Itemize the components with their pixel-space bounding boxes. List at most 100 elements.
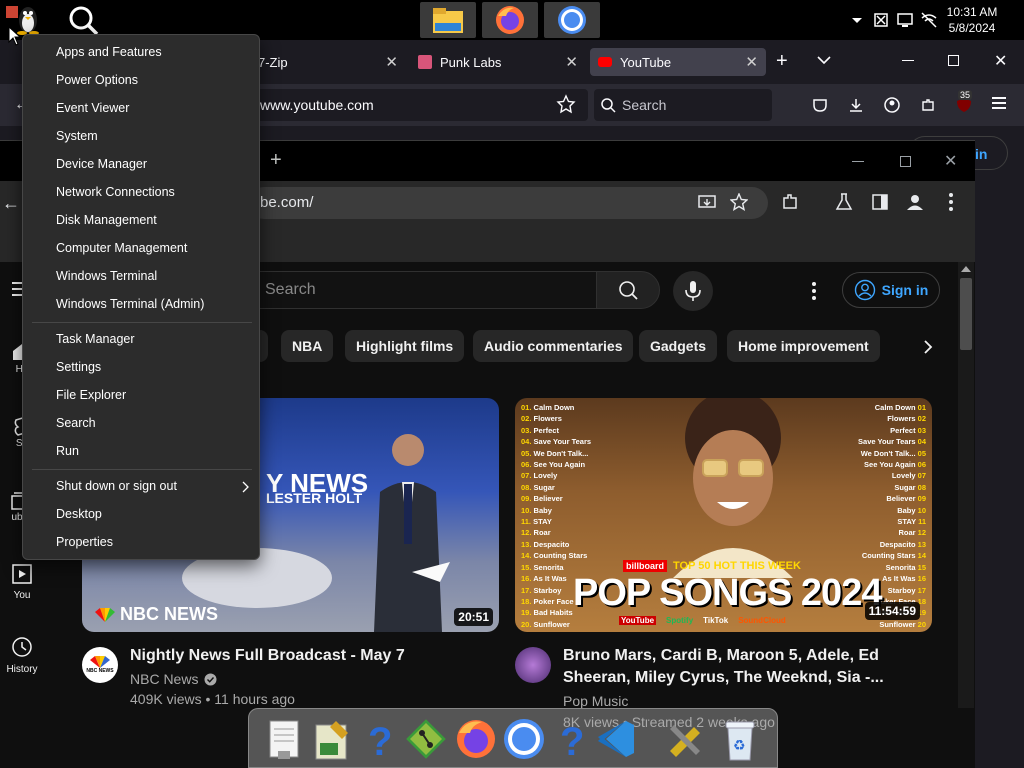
menu-run[interactable]: Run — [56, 437, 79, 465]
track-item: 03. Perfect — [521, 425, 559, 435]
restore-icon[interactable] — [948, 55, 959, 66]
minimize-icon[interactable] — [902, 60, 914, 61]
guide-history[interactable]: History — [0, 636, 44, 675]
menu-computer-management[interactable]: Computer Management — [56, 234, 187, 262]
menu-desktop[interactable]: Desktop — [56, 500, 102, 528]
bookmark-star-icon[interactable] — [556, 94, 576, 114]
chip-home-improvement[interactable]: Home improvement — [727, 330, 880, 362]
chip-nba[interactable]: NBA — [281, 330, 334, 362]
side-panel-icon[interactable] — [871, 193, 889, 211]
track-item: 11. STAY — [521, 517, 552, 527]
extensions-icon[interactable] — [920, 97, 936, 113]
voice-search-button[interactable] — [673, 271, 713, 311]
search-engine-icon — [600, 97, 616, 113]
menu-windows-terminal[interactable]: Windows Terminal — [56, 262, 157, 290]
dock-help-2[interactable]: ? — [549, 715, 595, 763]
chrome-bookmark-star-icon[interactable] — [730, 193, 748, 211]
channel-name[interactable]: NBC News — [130, 669, 217, 689]
scroll-up-icon[interactable] — [961, 266, 971, 272]
chips-next-icon[interactable] — [920, 338, 936, 356]
chrome-minimize-icon[interactable] — [852, 161, 864, 162]
downloads-icon[interactable] — [848, 97, 864, 113]
display-icon[interactable] — [896, 11, 914, 29]
chrome-back-icon[interactable]: ← — [2, 193, 20, 214]
channel-avatar-pop-music[interactable] — [515, 647, 551, 683]
page-scrollbar[interactable] — [958, 262, 974, 708]
video-thumbnail-pop-songs[interactable]: 01. Calm Down 02. Flowers 03. Perfect 04. S… — [515, 398, 932, 632]
chip-highlight-films[interactable]: Highlight films — [345, 330, 465, 362]
chrome-profile-icon[interactable] — [906, 193, 924, 211]
video-title[interactable]: Bruno Mars, Cardi B, Maroon 5, Adele, Ed… — [563, 645, 884, 689]
firefox-search-bar[interactable]: Search — [594, 89, 772, 121]
menu-task-manager[interactable]: Task Manager — [56, 325, 135, 353]
youtube-search-button[interactable] — [596, 271, 660, 309]
menu-apps-and-features[interactable]: Apps and Features — [56, 38, 162, 66]
menu-network-connections[interactable]: Network Connections — [56, 178, 175, 206]
menu-windows-terminal-admin[interactable]: Windows Terminal (Admin) — [56, 290, 204, 318]
taskbar-chrome[interactable] — [544, 2, 600, 38]
close-tab-icon[interactable]: ✕ — [745, 53, 758, 71]
dock-text-editor[interactable] — [261, 715, 307, 763]
dock-recycle-bin[interactable]: ♻ — [717, 715, 763, 763]
dock-git[interactable] — [403, 715, 449, 763]
firefox-url-bar[interactable]: www.youtube.com — [250, 89, 588, 121]
dock-chrome[interactable] — [501, 715, 547, 763]
chrome-extensions-icon[interactable] — [781, 193, 799, 211]
menu-properties[interactable]: Properties — [56, 528, 113, 556]
tray-overflow-icon[interactable] — [848, 11, 866, 29]
dock-notes[interactable] — [309, 715, 355, 763]
menu-file-explorer[interactable]: File Explorer — [56, 381, 126, 409]
menu-system[interactable]: System — [56, 122, 98, 150]
menu-power-options[interactable]: Power Options — [56, 66, 138, 94]
install-app-icon[interactable] — [698, 194, 716, 212]
list-tabs-icon[interactable] — [816, 52, 832, 68]
track-item: Flowers 02 — [887, 414, 926, 424]
channel-avatar-nbc[interactable]: NBC NEWS — [82, 647, 118, 683]
chrome-close-icon[interactable]: ✕ — [944, 151, 957, 171]
chrome-labs-icon[interactable] — [835, 193, 853, 211]
menu-settings[interactable]: Settings — [56, 353, 101, 381]
dock-firefox[interactable] — [453, 715, 499, 763]
platform-spotify: Spotify — [666, 616, 694, 625]
menu-shut-down-or-sign-out[interactable]: Shut down or sign out — [56, 472, 177, 500]
video-title[interactable]: Nightly News Full Broadcast - May 7 — [130, 645, 405, 667]
chip-gadgets[interactable]: Gadgets — [639, 330, 718, 362]
wifi-off-icon[interactable] — [920, 11, 938, 29]
menu-search[interactable]: Search — [56, 409, 96, 437]
pocket-icon[interactable] — [812, 97, 828, 113]
new-tab-icon[interactable]: + — [776, 50, 788, 73]
dock-vscode[interactable] — [593, 715, 639, 763]
menu-icon[interactable] — [992, 97, 1006, 109]
taskbar-file-explorer[interactable] — [420, 2, 476, 38]
track-item: 04. Save Your Tears — [521, 437, 592, 447]
punk-labs-favicon-icon — [418, 55, 432, 69]
guide-you[interactable]: You — [0, 564, 44, 601]
search-icon[interactable] — [66, 4, 100, 36]
settings-kebab-icon[interactable] — [812, 282, 816, 300]
chrome-new-tab-icon[interactable]: + — [270, 149, 282, 172]
dock-help[interactable]: ? — [357, 715, 403, 763]
system-clock[interactable]: 10:31 AM 5/8/2024 — [944, 4, 1000, 36]
close-tab-icon[interactable]: ✕ — [565, 53, 578, 71]
tab-punk-labs[interactable]: Punk Labs ✕ — [410, 48, 586, 76]
network-icon[interactable] — [872, 11, 890, 29]
scrollbar-thumb[interactable] — [960, 278, 972, 350]
account-icon[interactable] — [884, 97, 900, 113]
menu-event-viewer[interactable]: Event Viewer — [56, 94, 129, 122]
track-item: Save Your Tears 04 — [858, 437, 926, 447]
dock-tools[interactable] — [663, 715, 709, 763]
close-window-icon[interactable]: ✕ — [994, 51, 1007, 71]
close-tab-icon[interactable]: ✕ — [385, 53, 398, 71]
tab-youtube[interactable]: YouTube ✕ — [590, 48, 766, 76]
youtube-search-input[interactable]: Search — [250, 271, 596, 309]
menu-device-manager[interactable]: Device Manager — [56, 150, 147, 178]
thumb-anchor-figure — [360, 422, 456, 632]
tab-7zip[interactable]: 7-Zip ✕ — [248, 48, 406, 76]
chrome-omnibox[interactable]: be.com/ — [248, 187, 768, 219]
chip-audio-commentaries[interactable]: Audio commentaries — [473, 330, 634, 362]
taskbar-firefox[interactable] — [482, 2, 538, 38]
sign-in-button[interactable]: Sign in — [842, 272, 940, 308]
chrome-menu-icon[interactable] — [949, 193, 953, 211]
menu-disk-management[interactable]: Disk Management — [56, 206, 157, 234]
chrome-maximize-icon[interactable] — [900, 156, 911, 167]
